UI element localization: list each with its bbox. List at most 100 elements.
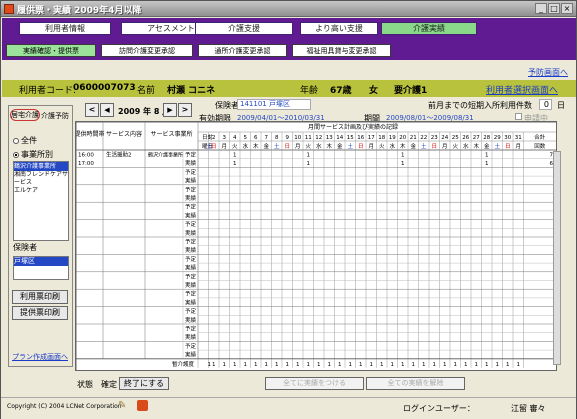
next-month-button[interactable]: >	[178, 103, 192, 117]
weekday: 火	[232, 144, 238, 150]
day-number: 9	[286, 135, 290, 141]
service-office: 鶴沢介護事業所	[148, 152, 183, 159]
list-item[interactable]: 戸塚区	[14, 257, 68, 266]
list-item[interactable]: エルケア	[14, 187, 68, 195]
minimize-button[interactable]: _	[535, 3, 547, 14]
user-code-label: 利用者コード:	[19, 86, 77, 96]
mark-all-actual-button[interactable]: 全てに実績をつける	[265, 377, 364, 390]
row-type-label: 実績	[185, 246, 197, 254]
help-icon[interactable]	[137, 400, 148, 411]
row-type-label: 予定	[185, 290, 197, 298]
office-list[interactable]: 鶴沢介護事業所 湘南フレンドケアサービス エルケア	[13, 161, 69, 241]
actual-value: 1	[307, 161, 311, 167]
row-type-label: 実績	[185, 333, 197, 341]
row-type-label: 予定	[185, 238, 197, 246]
day-number: 24	[441, 135, 448, 141]
tab-higher-support[interactable]: より高い支援	[300, 22, 378, 35]
footer-value: 1	[286, 362, 290, 368]
footer-value: 1	[359, 362, 363, 368]
next-icon[interactable]: ▶	[163, 103, 177, 117]
maximize-button[interactable]: □	[548, 3, 560, 14]
weekday: 木	[326, 142, 332, 150]
provision-print-button[interactable]: 提供票印刷	[12, 306, 68, 320]
footer-value: 1	[443, 362, 447, 368]
footer-value: 1	[496, 362, 500, 368]
weekday: 日	[358, 143, 364, 150]
results-provision-button[interactable]: 実績確認・提供票	[6, 44, 96, 57]
row-type-label: 予定	[185, 307, 197, 315]
radio-by-office[interactable]: 事業所別	[13, 149, 53, 160]
home-care-toggle[interactable]: 居宅介護	[10, 109, 40, 121]
user-code: 0600007073	[73, 83, 136, 93]
prev-month-count-label: 前月までの短期入所利用件数	[428, 101, 532, 110]
day-number: 28	[483, 135, 490, 141]
day-number: 7	[265, 135, 269, 141]
weekday: 月	[295, 143, 301, 150]
weekday: 水	[242, 142, 248, 150]
plan-value: 1	[307, 153, 311, 159]
welfare-equipment-change-button[interactable]: 福祉用具貸与変更承認	[292, 44, 391, 57]
clear-all-actual-button[interactable]: 全ての実績を解除	[366, 377, 465, 390]
day-number: 13	[326, 135, 333, 141]
title-bar: 履供票・実績 2009年4月以降 _ □ ×	[1, 1, 576, 17]
prev-icon[interactable]: ◀	[100, 103, 114, 117]
main-menu: 利用者情報 アセスメント 介護支援 より高い支援 介護実績 実績確認・提供票 訪…	[2, 18, 576, 60]
day-care-change-button[interactable]: 通所介護変更承認	[198, 44, 287, 57]
insurer-list[interactable]: 戸塚区	[13, 256, 69, 280]
row-type-label: 実績	[185, 194, 197, 202]
tab-care-support[interactable]: 介護支援	[195, 22, 293, 35]
finish-button[interactable]: 終了にする	[119, 377, 169, 390]
footer-value: 1	[208, 362, 212, 368]
name-label: 名前	[137, 86, 156, 96]
application-checkbox[interactable]	[515, 113, 522, 120]
weekday: 水	[316, 142, 322, 150]
weekday: 火	[452, 144, 458, 150]
footer-value: 1	[506, 362, 510, 368]
user-age: 67歳	[330, 86, 352, 96]
day-number: 19	[389, 135, 396, 141]
tab-care-results[interactable]: 介護実績	[381, 22, 477, 35]
plan-screen-link[interactable]: プラン作成画面へ	[12, 352, 68, 362]
row-type-label: 実績	[185, 264, 197, 272]
day-number: 20	[399, 135, 406, 141]
radio-all[interactable]: 全件	[13, 135, 37, 146]
total-header: 合計	[534, 133, 546, 141]
bottom-bar: 状態 確定 終了にする 全てに実績をつける 全ての実績を解除	[77, 377, 557, 393]
user-select-link[interactable]: 利用者選択画面へ	[486, 83, 558, 96]
prevention-toggle[interactable]: 介護予防	[41, 111, 69, 121]
weekday: 木	[400, 142, 406, 150]
weekday: 金	[337, 142, 343, 150]
footer-value: 1	[212, 362, 216, 368]
weekday: 日	[211, 143, 217, 150]
prev-month-unit: 日	[557, 101, 565, 110]
prev-month-button[interactable]: <	[85, 103, 99, 117]
weekday: 月	[221, 143, 227, 150]
day-number: 2	[212, 135, 216, 141]
app-icon	[4, 4, 14, 14]
day-number: 15	[347, 135, 354, 141]
footer-value: 1	[485, 362, 489, 368]
tab-user-info[interactable]: 利用者情報	[19, 22, 111, 35]
radio-icon	[13, 137, 19, 144]
day-number: 30	[504, 135, 511, 141]
weekday: 火	[305, 144, 311, 150]
weekday: 日	[431, 143, 437, 150]
usage-print-button[interactable]: 利用票印刷	[12, 290, 68, 304]
vertical-scrollbar[interactable]	[553, 151, 561, 365]
user-info-bar: 利用者コード: 0600007073 名前 村瀬 コニネ 年齢 67歳 女 要介…	[2, 80, 576, 97]
login-label: ログインユーザー：	[403, 404, 475, 413]
home-care-change-button[interactable]: 訪問介護変更承認	[101, 44, 193, 57]
actual-value: 1	[485, 161, 489, 167]
row-type-label: 予定	[185, 220, 197, 228]
close-button[interactable]: ×	[561, 3, 573, 14]
list-item[interactable]: 湘南フレンドケアサービス	[14, 171, 68, 187]
column-header: サービス事業所	[150, 130, 192, 138]
weekday: 木	[473, 142, 479, 150]
row-type-label: 予定	[185, 255, 197, 263]
weekday: 金	[484, 142, 490, 150]
count-header: 回数	[534, 142, 546, 150]
list-item[interactable]: 鶴沢介護事業所	[14, 162, 68, 171]
prevention-screen-link[interactable]: 予防画面へ	[528, 67, 568, 78]
day-number: 12	[315, 135, 322, 141]
day-number: 14	[336, 135, 343, 141]
